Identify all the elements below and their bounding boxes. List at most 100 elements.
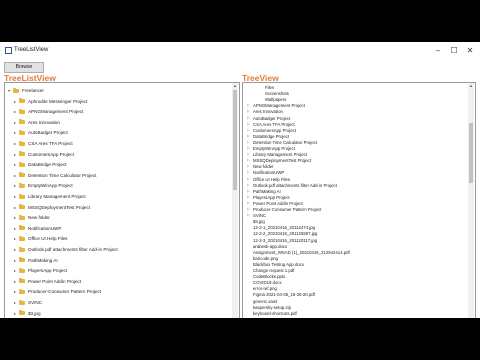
collapsed-arrow-icon[interactable]: ▸ [13,213,17,222]
tree-list-item[interactable]: ▸ SVINC [5,298,230,307]
tree-node[interactable]: ▷ CustomersApp Project [243,128,467,134]
tree-list-item[interactable]: ▸ Ares Innovation [5,118,230,127]
tree-node[interactable]: keyboard-shortcuts.pdf [243,311,467,317]
tree-root-row[interactable]: ▾ Freelancer [5,86,230,95]
tree-node[interactable]: ▷ PlayersApp Project [243,195,467,201]
collapsed-arrow-icon[interactable]: ▸ [13,171,17,180]
collapsed-arrow-icon[interactable]: ▸ [13,256,17,265]
tree-node[interactable]: ▷ EmptyWinApp Project [243,146,467,152]
tree-list-item[interactable]: ▸ AutoBadger Project [5,128,230,137]
tree-node[interactable]: ▷ Outlook.pdf attachments filter Add-in P… [243,183,467,189]
expand-arrow-icon[interactable]: ▷ [247,189,250,195]
tree-list-item[interactable]: ▸ Library Management Project [5,192,230,201]
tree-node[interactable]: ▷ DataBridge Project [243,134,467,140]
expand-arrow-icon[interactable]: ▷ [247,116,250,122]
tree-node[interactable]: error-ref.png [243,286,467,292]
expand-arrow-icon[interactable]: ▷ [247,134,250,140]
collapsed-arrow-icon[interactable]: ▸ [13,118,17,127]
close-icon[interactable]: ✕ [464,45,476,56]
tree-node[interactable]: 12-2-1_20210416_20112474.jpg [243,225,467,231]
tree-list-item[interactable]: ▸ Detention Time Calculator Project [5,171,230,180]
tree-list-item[interactable]: ▸ Power Point Addin Project [5,277,230,286]
tree-node[interactable]: ▷ NotificationUWP [243,170,467,176]
expand-arrow-icon[interactable]: ▷ [247,195,250,201]
tree-node[interactable]: ▷ CSA Ares TFA Project [243,122,467,128]
collapsed-arrow-icon[interactable]: ▸ [13,266,17,275]
tree-node[interactable]: ▷ Power Point Addin Project [243,201,467,207]
browse-button[interactable]: Browse [4,62,44,73]
tree-list-item[interactable]: ▸ PathMaking AI [5,256,230,265]
tree-node[interactable]: ▷ New folder [243,164,467,170]
tree-node[interactable]: $3.jpg [243,219,467,225]
expand-arrow-icon[interactable]: ▷ [247,140,250,146]
tree-node[interactable]: CodeBlocks.pptx [243,274,467,280]
collapsed-arrow-icon[interactable]: ▸ [13,128,17,137]
tree-node[interactable]: ▷ Producer-Consumer Pattern Project [243,207,467,213]
treelistview-scrollbar[interactable]: ▲ [232,83,238,318]
tree-node[interactable]: Figma 2021-04-05_18-26-20.pdf [243,292,467,298]
collapsed-arrow-icon[interactable]: ▸ [13,107,17,116]
collapsed-arrow-icon[interactable]: ▸ [13,192,17,201]
expanded-arrow-icon[interactable]: ▾ [7,86,11,95]
tree-node[interactable]: COVID19.docx [243,280,467,286]
scroll-up-icon[interactable]: ▲ [232,83,238,89]
tree-list-item[interactable]: ▸ Aphrodite Messenger Project [5,97,230,106]
expand-arrow-icon[interactable]: ▷ [247,103,250,109]
expand-arrow-icon[interactable]: ▷ [247,128,250,134]
expand-arrow-icon[interactable]: ▷ [247,170,250,176]
tree-node[interactable]: ▷ Ares Innovation [243,109,467,115]
tree-node[interactable]: Assignment_WSAD (1)_20210416_212942414.p… [243,250,467,256]
collapsed-arrow-icon[interactable]: ▸ [13,224,17,233]
tree-node[interactable]: 12-2-2_20210416_201126597.jpg [243,231,467,237]
tree-node[interactable]: ▷ Detention Time Calculator Project [243,140,467,146]
collapsed-arrow-icon[interactable]: ▸ [13,287,17,296]
scroll-thumb[interactable] [233,90,237,190]
tree-list-item[interactable]: ▸ APNGManagement Project [5,107,230,116]
tree-list-item[interactable]: ▸ CSA Ares TFA Project [5,139,230,148]
expand-arrow-icon[interactable]: ▷ [247,164,250,170]
scroll-up-icon[interactable]: ▲ [468,83,474,89]
collapsed-arrow-icon[interactable]: ▸ [13,309,17,318]
expand-arrow-icon[interactable]: ▷ [247,177,250,183]
expand-arrow-icon[interactable]: ▷ [247,207,250,213]
collapsed-arrow-icon[interactable]: ▸ [13,181,17,190]
collapsed-arrow-icon[interactable]: ▸ [13,150,17,159]
tree-node[interactable]: kaspersky-setup.zip [243,305,467,311]
tree-list-item[interactable]: ▸ DataBridge Project [5,160,230,169]
tree-node[interactable]: Screenshots [243,91,467,97]
expand-arrow-icon[interactable]: ▷ [247,146,250,152]
tree-node[interactable]: Change request 1.pdf [243,268,467,274]
tree-node[interactable]: ▷ MSSQDeploymentTest Project [243,158,467,164]
expand-arrow-icon[interactable]: ▷ [247,109,250,115]
tree-list-item[interactable]: ▸ NotificationUWP [5,224,230,233]
tree-list-item[interactable]: ▸ CustomersApp Project [5,150,230,159]
tree-node[interactable]: arabesk-app.docx [243,244,467,250]
tree-node[interactable]: baricode.png [243,256,467,262]
expand-arrow-icon[interactable]: ▷ [247,183,250,189]
collapsed-arrow-icon[interactable]: ▸ [13,139,17,148]
expand-arrow-icon[interactable]: ▷ [247,122,250,128]
tree-list-item[interactable]: ▸ Office UI Help Files [5,234,230,243]
tree-list-item[interactable]: ▸ New folder [5,213,230,222]
tree-list-item[interactable]: ▸ PlayersApp Project [5,266,230,275]
tree-node[interactable]: ▷ Office UI Help Files [243,177,467,183]
collapsed-arrow-icon[interactable]: ▸ [13,160,17,169]
tree-node[interactable]: Files [243,85,467,91]
tree-node[interactable]: ▷ PathMaking AI [243,189,467,195]
tree-node[interactable]: ▷ APNGManagement Project [243,103,467,109]
collapsed-arrow-icon[interactable]: ▸ [13,234,17,243]
treelistview-panel[interactable]: ▾ Freelancer ▸ Aphrodite Messenger Project ▸… [4,82,240,318]
tree-list-item[interactable]: ▸ $3.jpg [5,309,230,318]
maximize-icon[interactable]: ☐ [448,45,460,56]
minimize-icon[interactable]: – [432,45,444,56]
tree-list-item[interactable]: ▸ MSSQDeploymentTest Project [5,203,230,212]
expand-arrow-icon[interactable]: ▷ [247,152,250,158]
tree-list-item[interactable]: ▸ Producer-Consumer Pattern Project [5,287,230,296]
scroll-thumb[interactable] [469,123,473,183]
tree-list-item[interactable]: ▸ Outlook.pdf attachments filter Add-in P… [5,245,230,254]
collapsed-arrow-icon[interactable]: ▸ [13,277,17,286]
collapsed-arrow-icon[interactable]: ▸ [13,298,17,307]
expand-arrow-icon[interactable]: ▷ [247,213,250,219]
collapsed-arrow-icon[interactable]: ▸ [13,97,17,106]
tree-node[interactable]: Blackbox Testing App.docx [243,262,467,268]
